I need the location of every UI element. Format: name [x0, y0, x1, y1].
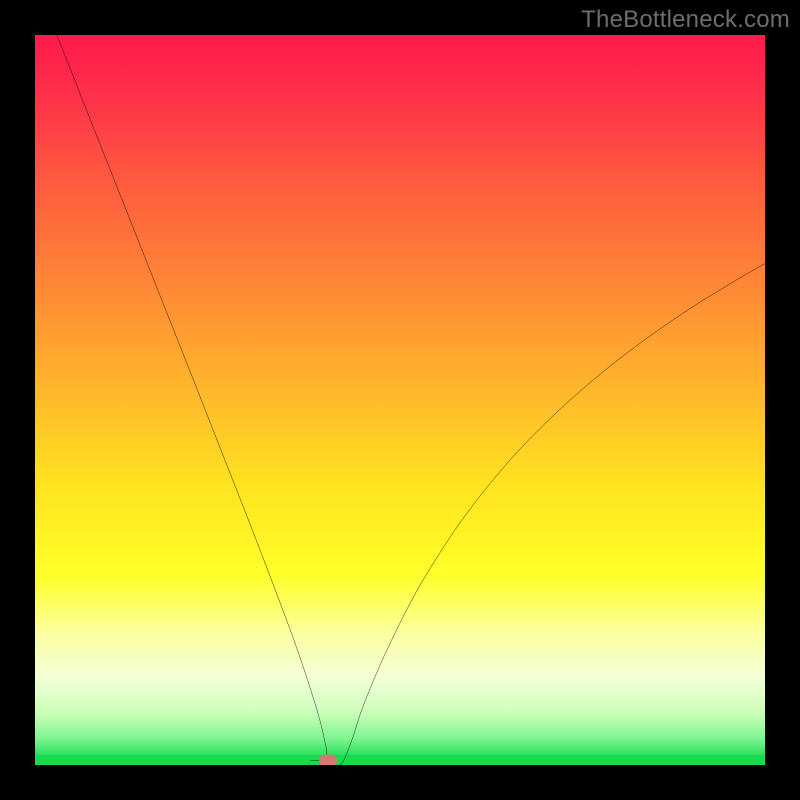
watermark-text: TheBottleneck.com: [581, 6, 790, 34]
plot-area: [35, 35, 765, 765]
chart-frame: TheBottleneck.com: [0, 0, 800, 800]
bottleneck-curve: [35, 35, 765, 765]
optimum-marker: [319, 754, 337, 765]
